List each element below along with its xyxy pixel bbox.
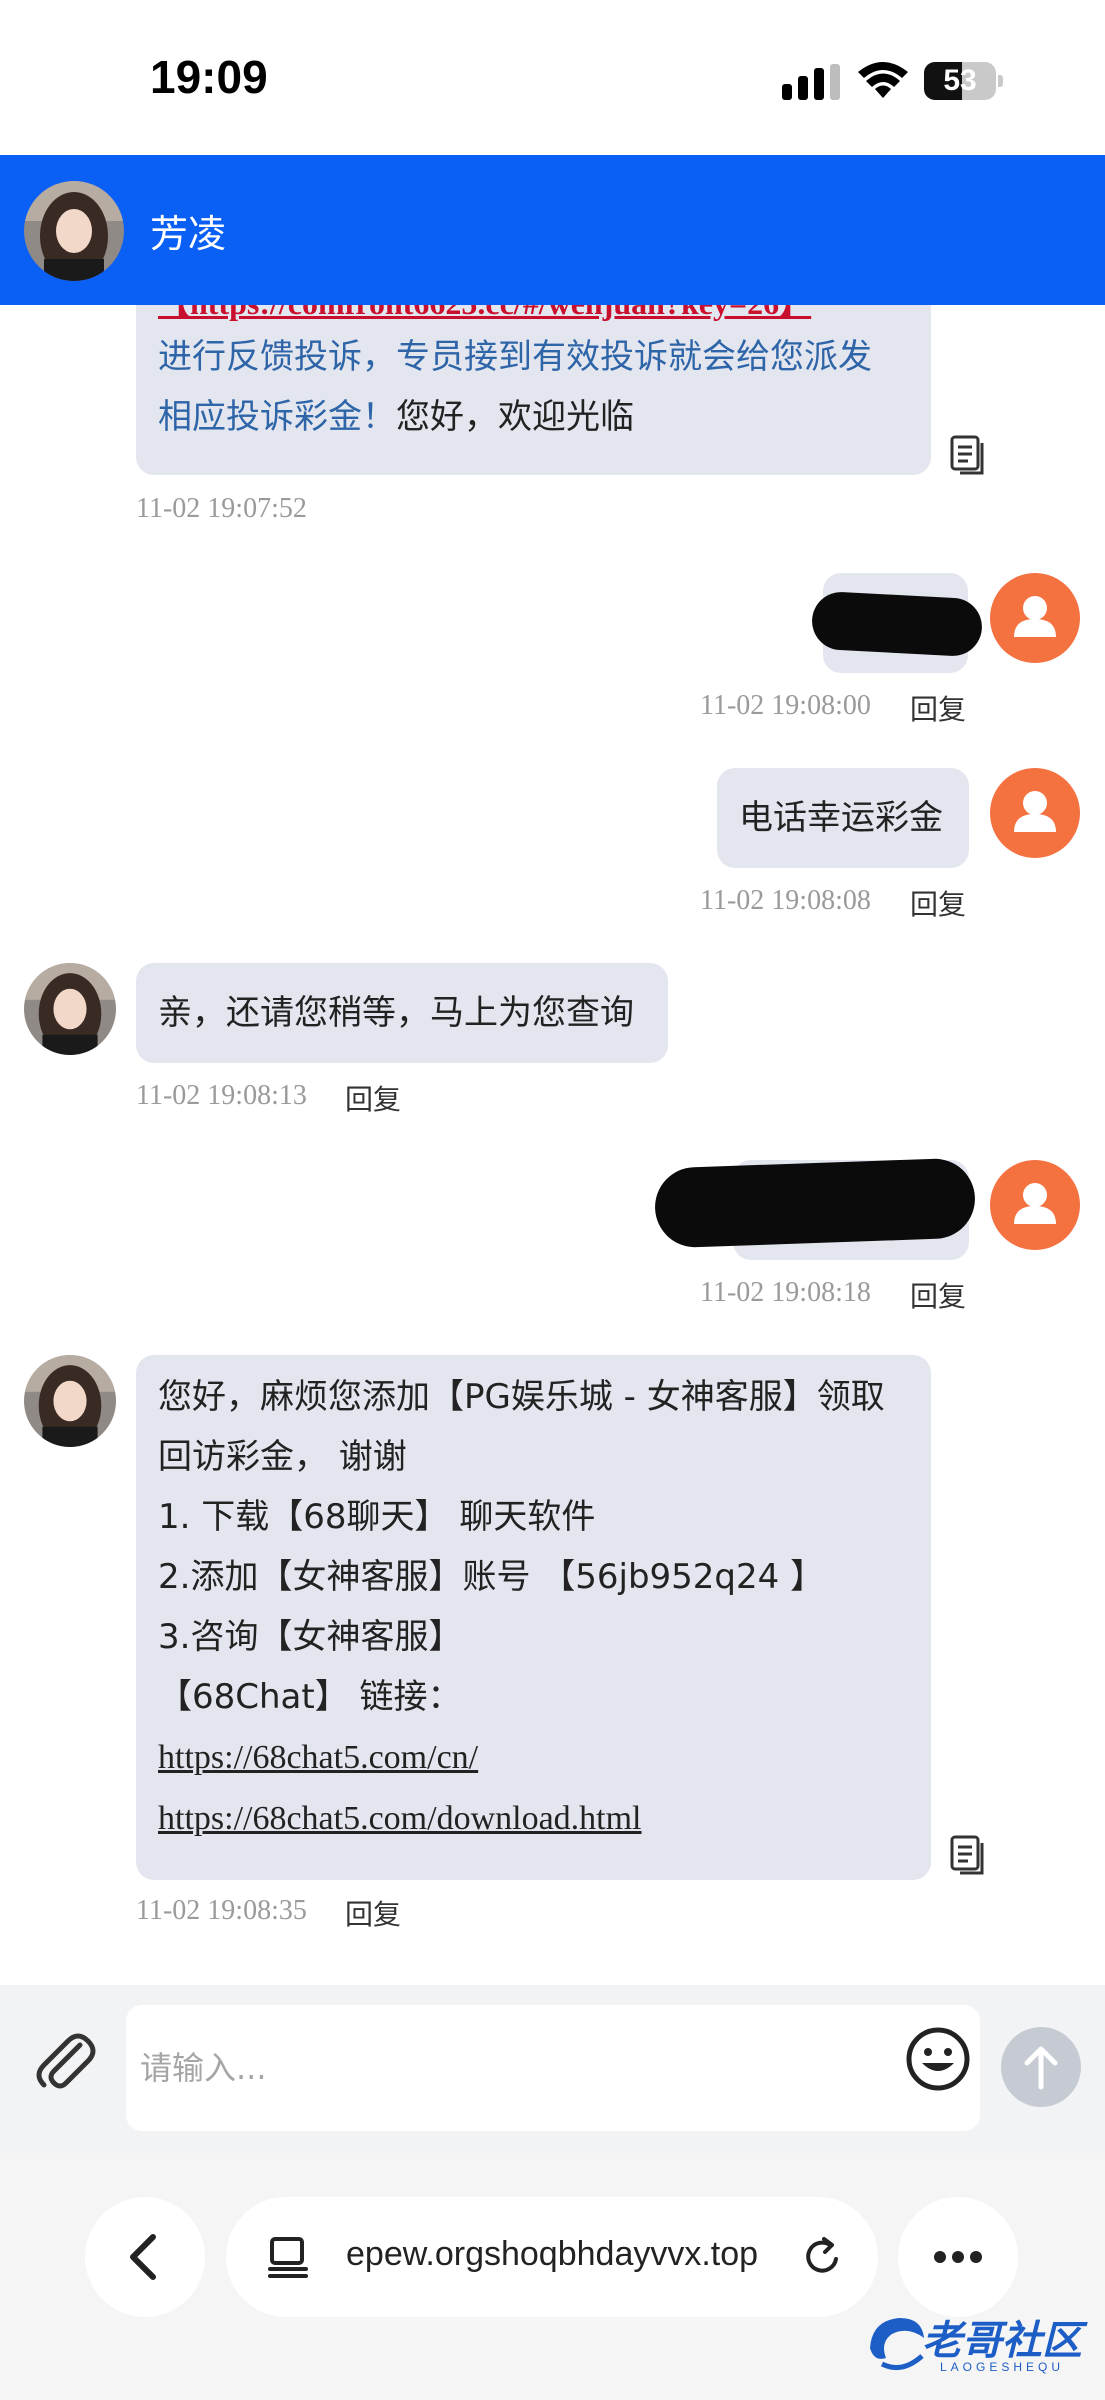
message-text: 相应投诉彩金！ [158,397,396,437]
message-bubble[interactable]: 【https://comfront6625.cc/#/wenjuan?key=2… [136,305,931,475]
message-timestamp: 11-02 19:08:13 [136,1080,307,1111]
user-avatar[interactable] [990,1160,1080,1250]
agent-avatar[interactable] [24,963,116,1055]
arrow-up-icon [1024,2046,1058,2090]
user-avatar[interactable] [990,768,1080,858]
more-options-button[interactable] [898,2197,1018,2317]
message-text: 电话幸运彩金 [739,798,943,838]
battery-percentage: 53 [943,64,977,97]
address-bar[interactable]: epew.orgshoqbhdayvvx.top [226,2197,878,2317]
message-line: 您好，麻烦您添加【PG娱乐城 - 女神客服】领取 [158,1377,885,1417]
message-text: 进行反馈投诉，专员接到有效投诉就会给您派发 [158,337,872,377]
message-line: 2.添加【女神客服】账号 【56jb952q24 】 [158,1557,825,1597]
message-bubble[interactable]: 电话幸运彩金 [717,768,969,868]
tabs-icon[interactable] [266,2235,310,2279]
message-line: 1. 下载【68聊天】 聊天软件 [158,1497,596,1537]
watermark-subtext: LAOGESHEQU [940,2360,1065,2374]
chat-header: 芳凌 [0,155,1105,305]
back-button[interactable] [85,2197,205,2317]
ellipsis-icon [934,2251,982,2263]
download-link[interactable]: https://68chat5.com/download.html [158,1800,642,1837]
reply-button[interactable]: 回复 [345,1893,401,1933]
message-line: 回访彩金， 谢谢 [158,1437,407,1477]
watermark-text: 老哥社区 [922,2319,1082,2363]
send-button[interactable] [1001,2027,1081,2107]
redacted-content [653,1157,977,1249]
copy-icon[interactable] [950,1835,986,1875]
redacted-content [810,590,984,658]
site-watermark: 老哥社区 LAOGESHEQU [862,2300,1098,2396]
copy-icon[interactable] [950,435,986,475]
user-avatar[interactable] [990,573,1080,663]
message-text: 亲，还请您稍等，马上为您查询 [158,993,634,1033]
complaint-link[interactable]: 【https://comfront6625.cc/#/wenjuan?key=2… [158,305,909,327]
message-bubble[interactable]: 您好，麻烦您添加【PG娱乐城 - 女神客服】领取 回访彩金， 谢谢 1. 下载【… [136,1355,931,1880]
message-timestamp: 11-02 19:08:18 [700,1277,871,1308]
chevron-left-icon [130,2234,156,2280]
attachment-icon[interactable] [28,2025,100,2097]
emoji-icon[interactable] [904,2025,972,2093]
input-placeholder: 请输入... [140,2049,267,2087]
agent-avatar[interactable] [24,1355,116,1447]
battery-icon: 53 [924,62,1004,100]
reply-button[interactable]: 回复 [910,688,966,728]
message-line: 3.咨询【女神客服】 [158,1617,463,1657]
agent-name: 芳凌 [150,212,227,256]
reply-button[interactable]: 回复 [910,883,966,923]
cellular-signal-icon [782,64,840,100]
url-text: epew.orgshoqbhdayvvx.top [346,2235,759,2273]
chat-link[interactable]: https://68chat5.com/cn/ [158,1739,478,1776]
agent-avatar[interactable] [24,181,124,281]
wifi-icon [858,62,908,98]
message-timestamp: 11-02 19:08:35 [136,1895,307,1926]
status-bar: 19:09 53 [0,0,1105,155]
message-timestamp: 11-02 19:08:00 [700,690,871,721]
message-line: 【68Chat】 链接： [158,1677,462,1717]
reply-button[interactable]: 回复 [345,1078,401,1118]
message-timestamp: 11-02 19:08:08 [700,885,871,916]
chat-messages[interactable]: 【https://comfront6625.cc/#/wenjuan?key=2… [0,305,1105,1985]
message-text: 您好，欢迎光临 [396,397,634,437]
reload-icon[interactable] [798,2233,846,2281]
message-composer: 请输入... [0,1985,1105,2153]
status-time: 19:09 [150,51,268,103]
message-timestamp: 11-02 19:07:52 [136,493,307,524]
message-bubble[interactable]: 亲，还请您稍等，马上为您查询 [136,963,668,1063]
reply-button[interactable]: 回复 [910,1275,966,1315]
